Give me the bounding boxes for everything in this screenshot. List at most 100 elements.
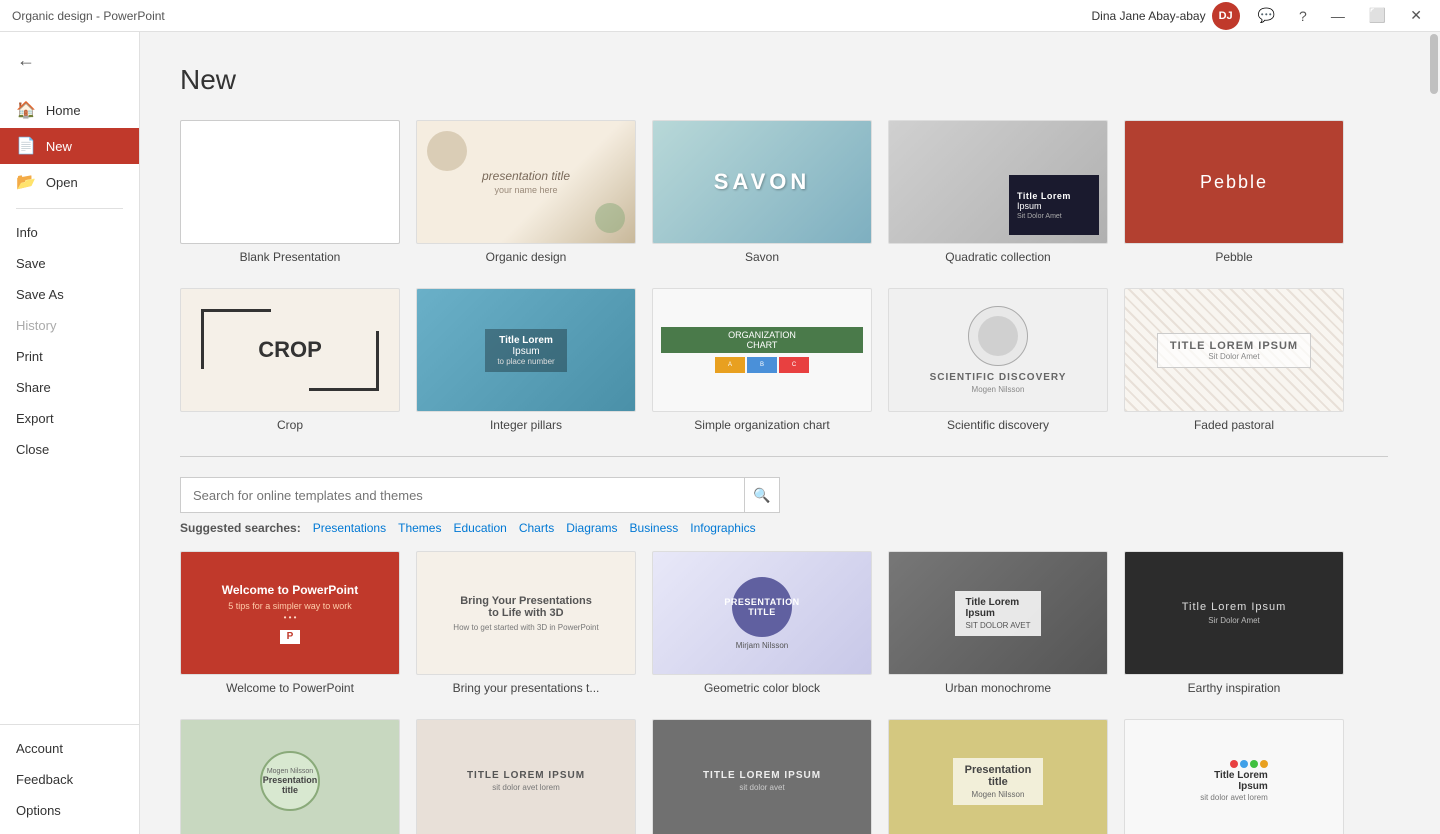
template-thumb-quadratic: Title Lorem Ipsum Sit Dolor Amet [888, 120, 1108, 244]
template-simple-org[interactable]: ORGANIZATIONCHART A B C Simple organizat… [652, 288, 872, 432]
template-urban[interactable]: Title Lorem Ipsum SIT DOLOR AVET Urban m… [888, 551, 1108, 695]
template-thumb-scientific: SCIENTIFIC DISCOVERY Mogen Nilsson [888, 288, 1108, 412]
sidebar-item-print[interactable]: Print [0, 341, 139, 372]
template-scientific[interactable]: SCIENTIFIC DISCOVERY Mogen Nilsson Scien… [888, 288, 1108, 432]
template-thumb-organic: presentation title your name here [416, 120, 636, 244]
options-label: Options [16, 803, 61, 818]
sidebar-home-label: Home [46, 103, 81, 118]
template-faded[interactable]: TITLE LOREM IPSUM Sit Dolor Amet Faded p… [1124, 288, 1344, 432]
account-label: Account [16, 741, 63, 756]
sidebar-item-save[interactable]: Save [0, 248, 139, 279]
app-body: ← 🏠 Home 📄 New 📂 Open Info Save [0, 32, 1440, 834]
template-geometric[interactable]: PRESENTATIONTITLE Mirjam Nilsson Geometr… [652, 551, 872, 695]
back-button[interactable]: ← [8, 42, 44, 78]
template-name-welcome: Welcome to PowerPoint [226, 681, 354, 695]
template-welcome[interactable]: Welcome to PowerPoint 5 tips for a simpl… [180, 551, 400, 695]
template-thumb-blank [180, 120, 400, 244]
section-divider [180, 456, 1388, 457]
pebble-text: Pebble [1200, 172, 1268, 193]
template-thumb-floral: Mogen Nilsson Presentation title [180, 719, 400, 834]
suggested-tag-business[interactable]: Business [630, 521, 679, 535]
scrollbar-track[interactable] [1428, 32, 1440, 834]
sidebar-item-export[interactable]: Export [0, 403, 139, 434]
suggested-tag-infographics[interactable]: Infographics [690, 521, 755, 535]
sidebar-item-history: History [0, 310, 139, 341]
template-pres-title[interactable]: Presentation title Mogen Nilsson Present… [888, 719, 1108, 834]
home-icon: 🏠 [16, 100, 36, 120]
template-name-integer: Integer pillars [490, 418, 562, 432]
sidebar-item-home[interactable]: 🏠 Home [0, 92, 139, 128]
suggested-tag-presentations[interactable]: Presentations [313, 521, 386, 535]
suggested-tag-education[interactable]: Education [453, 521, 506, 535]
sidebar-item-save-as[interactable]: Save As [0, 279, 139, 310]
urban-box: Title Lorem Ipsum SIT DOLOR AVET [955, 591, 1040, 636]
sidebar-bottom: Account Feedback Options [0, 724, 139, 834]
template-integer[interactable]: Title Lorem Ipsum to place number Intege… [416, 288, 636, 432]
maximize-button[interactable]: ⬜ [1363, 5, 1392, 26]
suggested-tag-charts[interactable]: Charts [519, 521, 554, 535]
template-thumb-geometric: PRESENTATIONTITLE Mirjam Nilsson [652, 551, 872, 675]
template-texture[interactable]: TITLE LOREM IPSUM sit dolor avet lorem T… [416, 719, 636, 834]
crop-label: CROP [258, 337, 322, 363]
template-grid-row1: Blank Presentation presentation title yo… [180, 120, 1388, 264]
template-name-quadratic: Quadratic collection [945, 250, 1050, 264]
save-as-label: Save As [16, 287, 64, 302]
template-name-3d: Bring your presentations t... [453, 681, 600, 695]
sidebar-item-share[interactable]: Share [0, 372, 139, 403]
geometric-container: PRESENTATIONTITLE Mirjam Nilsson [732, 577, 792, 650]
help-button[interactable]: ? [1293, 6, 1313, 26]
template-savon[interactable]: SAVON Savon [652, 120, 872, 264]
quadratic-box: Title Lorem Ipsum Sit Dolor Amet [1009, 175, 1099, 235]
sidebar-new-label: New [46, 139, 72, 154]
feedback-label: Feedback [16, 772, 73, 787]
sidebar-item-info[interactable]: Info [0, 217, 139, 248]
template-thumb-dog: TITLE LOREM IPSUM sit dolor avet [652, 719, 872, 834]
history-label: History [16, 318, 56, 333]
template-thumb-crop: CROP [180, 288, 400, 412]
info-label: Info [16, 225, 38, 240]
suggested-tag-diagrams[interactable]: Diagrams [566, 521, 617, 535]
template-name-blank: Blank Presentation [240, 250, 341, 264]
sidebar-item-account[interactable]: Account [0, 733, 139, 764]
new-icon: 📄 [16, 136, 36, 156]
scrollbar-thumb[interactable] [1430, 34, 1438, 94]
template-earthy[interactable]: Title Lorem Ipsum Sir Dolor Amet Earthy … [1124, 551, 1344, 695]
export-label: Export [16, 411, 54, 426]
template-blank[interactable]: Blank Presentation [180, 120, 400, 264]
sidebar-item-close[interactable]: Close [0, 434, 139, 465]
suggested-tag-themes[interactable]: Themes [398, 521, 441, 535]
template-crop[interactable]: CROP Crop [180, 288, 400, 432]
print-label: Print [16, 349, 43, 364]
template-name-pebble: Pebble [1215, 250, 1252, 264]
search-row: 🔍 [180, 477, 780, 513]
template-organic[interactable]: presentation title your name here Organi… [416, 120, 636, 264]
template-name-faded: Faded pastoral [1194, 418, 1274, 432]
titlebar-controls: Dina Jane Abay-abay DJ 💬 ? — ⬜ ✕ [1092, 2, 1428, 30]
avatar[interactable]: DJ [1212, 2, 1240, 30]
template-thumb-earthy: Title Lorem Ipsum Sir Dolor Amet [1124, 551, 1344, 675]
minimize-button[interactable]: — [1325, 6, 1351, 26]
template-floral[interactable]: Mogen Nilsson Presentation title Floral … [180, 719, 400, 834]
open-icon: 📂 [16, 172, 36, 192]
titlebar: Organic design - PowerPoint Dina Jane Ab… [0, 0, 1440, 32]
close-label: Close [16, 442, 49, 457]
sidebar-item-new[interactable]: 📄 New [0, 128, 139, 164]
search-input[interactable] [180, 477, 744, 513]
search-button[interactable]: 🔍 [744, 477, 780, 513]
sidebar-open-label: Open [46, 175, 78, 190]
sidebar-item-feedback[interactable]: Feedback [0, 764, 139, 795]
close-button[interactable]: ✕ [1404, 5, 1428, 26]
template-pebble[interactable]: Pebble Pebble [1124, 120, 1344, 264]
template-dog[interactable]: TITLE LOREM IPSUM sit dolor avet Photogr… [652, 719, 872, 834]
main-content: New Blank Presentation presentation titl… [140, 32, 1428, 834]
template-quadratic[interactable]: Title Lorem Ipsum Sit Dolor Amet Quadrat… [888, 120, 1108, 264]
template-dots[interactable]: Title Lorem Ipsum sit dolor avet lorem D… [1124, 719, 1344, 834]
template-name-urban: Urban monochrome [945, 681, 1051, 695]
template-3d[interactable]: Bring Your Presentations to Life with 3D… [416, 551, 636, 695]
sidebar-item-options[interactable]: Options [0, 795, 139, 826]
template-name-organic: Organic design [486, 250, 567, 264]
template-thumb-simple-org: ORGANIZATIONCHART A B C [652, 288, 872, 412]
comment-button[interactable]: 💬 [1252, 5, 1281, 26]
search-section: 🔍 Suggested searches: Presentations Them… [180, 477, 1388, 535]
sidebar-item-open[interactable]: 📂 Open [0, 164, 139, 200]
